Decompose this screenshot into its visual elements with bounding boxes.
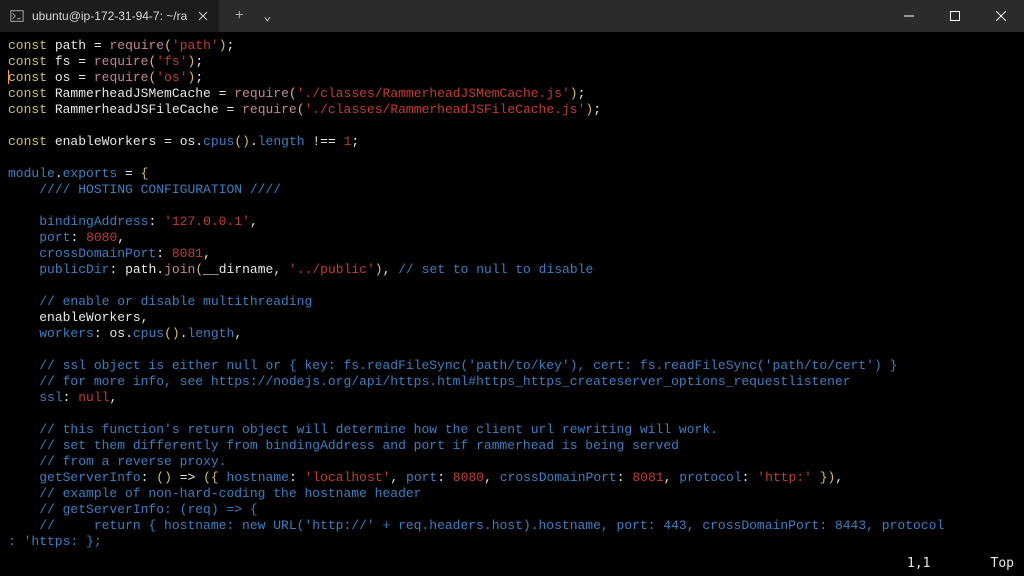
tab-actions: + ⌄: [223, 0, 279, 32]
chevron-down-icon: ⌄: [263, 9, 271, 24]
maximize-icon: [950, 11, 960, 21]
tab-dropdown-button[interactable]: ⌄: [255, 0, 279, 32]
tab-title: ubuntu@ip-172-31-94-7: ~/ra: [32, 9, 187, 23]
terminal-viewport[interactable]: const path = require('path'); const fs =…: [0, 32, 1024, 576]
window-close-button[interactable]: [978, 0, 1024, 32]
text-cursor: [8, 70, 9, 84]
minimize-icon: [904, 11, 914, 21]
window-maximize-button[interactable]: [932, 0, 978, 32]
window-controls: [886, 0, 1024, 32]
scroll-indicator: Top: [991, 556, 1014, 572]
window-minimize-button[interactable]: [886, 0, 932, 32]
plus-icon: +: [235, 7, 244, 25]
new-tab-button[interactable]: +: [223, 0, 255, 32]
close-icon: [996, 11, 1006, 21]
vim-status-line: 1,1 Top: [10, 556, 1014, 572]
window-titlebar: ubuntu@ip-172-31-94-7: ~/ra + ⌄: [0, 0, 1024, 32]
terminal-tab[interactable]: ubuntu@ip-172-31-94-7: ~/ra: [0, 0, 219, 32]
tab-close-button[interactable]: [195, 8, 211, 24]
cursor-position: 1,1: [907, 556, 930, 572]
editor-content: const path = require('path'); const fs =…: [8, 38, 1024, 550]
terminal-icon: [10, 9, 24, 23]
close-icon: [198, 11, 208, 21]
